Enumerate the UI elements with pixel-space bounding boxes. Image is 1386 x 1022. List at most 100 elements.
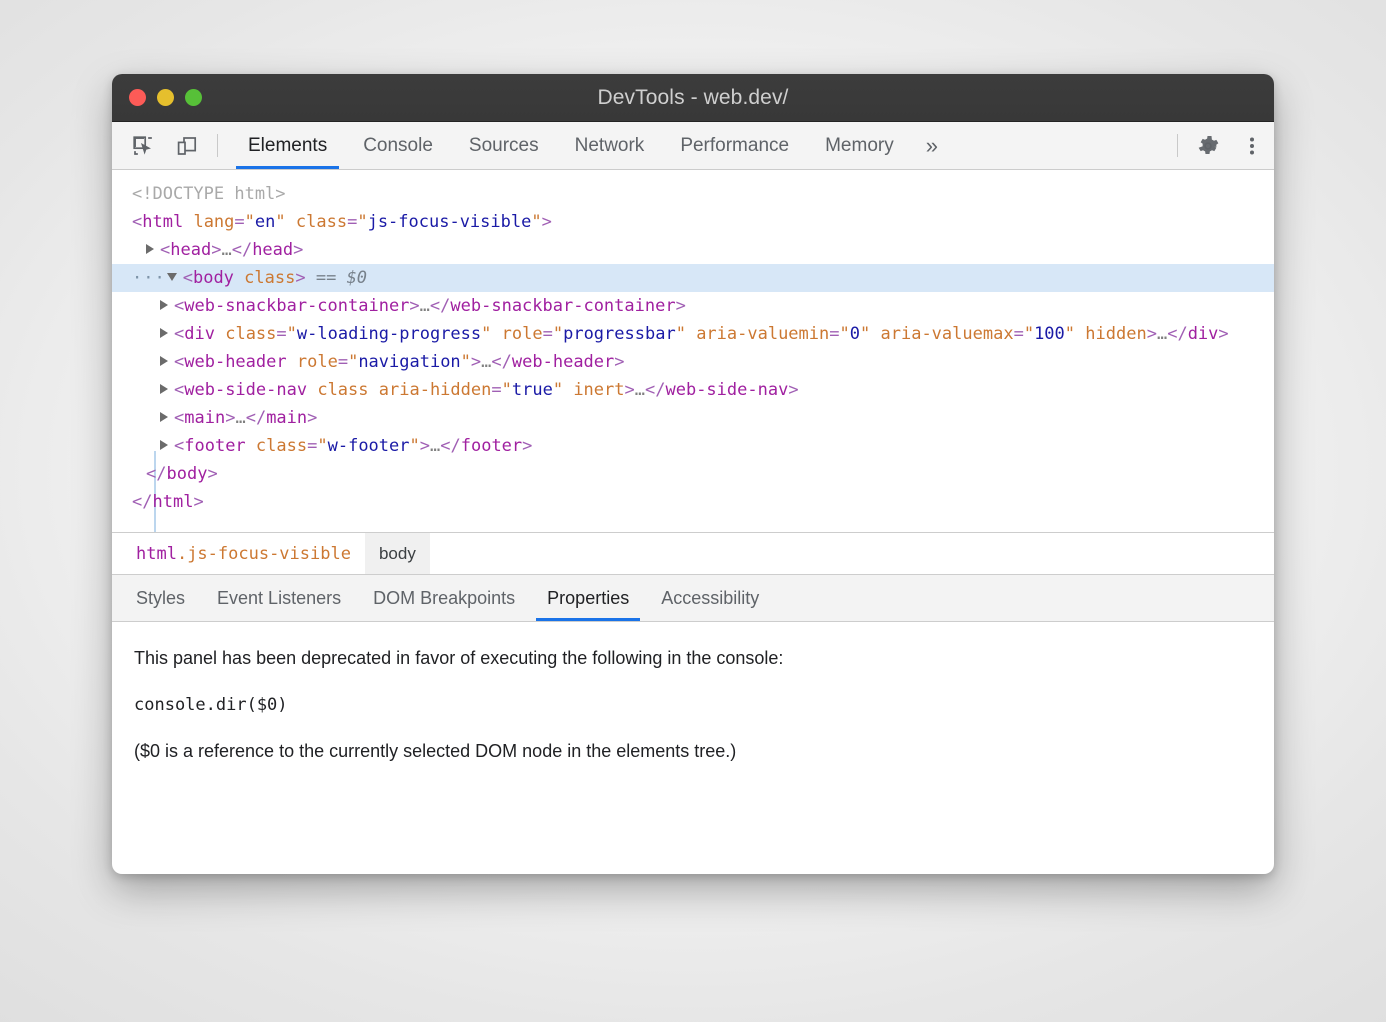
token-quote: " [481,324,491,344]
token-punct: < [160,240,170,260]
dom-node-body-close[interactable]: </body> [112,460,1274,488]
tab-accessibility[interactable]: Accessibility [645,575,775,621]
token-ellip: … [221,240,231,260]
token-plain [307,380,317,400]
tab-console[interactable]: Console [345,122,451,169]
token-quote: " [317,436,327,456]
expand-triangle-closed-icon[interactable] [160,328,168,338]
token-punct: > [420,436,430,456]
gear-icon[interactable] [1186,122,1230,169]
token-punct: < [132,212,142,232]
token-attr: class [296,212,347,232]
token-tag: html [152,492,193,512]
dom-node-footer[interactable]: <footer class="w-footer">…</footer> [112,432,1274,460]
token-punct: > [788,380,798,400]
expand-triangle-open-icon[interactable] [167,273,177,281]
properties-panel: This panel has been deprecated in favor … [112,622,1274,762]
token-attr: hidden [1085,324,1146,344]
expand-triangle-closed-icon[interactable] [160,356,168,366]
minimize-window-button[interactable] [157,89,174,106]
tab-elements[interactable]: Elements [230,122,345,169]
expand-triangle-closed-icon[interactable] [160,440,168,450]
deprecation-notice: This panel has been deprecated in favor … [134,648,1252,669]
dom-node-body-open[interactable]: ···<body class> == $0 [112,264,1274,292]
token-sel: == $0 [316,268,367,288]
token-punct: = [829,324,839,344]
token-val: 100 [1034,324,1065,344]
zoom-window-button[interactable] [185,89,202,106]
tab-network[interactable]: Network [557,122,663,169]
token-tag: web-header [512,352,614,372]
sidebar-tabs: Styles Event Listeners DOM Breakpoints P… [112,575,1274,622]
dom-node-web-snackbar-container[interactable]: <web-snackbar-container>…</web-snackbar-… [112,292,1274,320]
more-tabs-chevron-icon[interactable]: » [912,122,952,169]
token-tag: body [166,464,207,484]
token-attr: aria-valuemax [881,324,1014,344]
dom-node-main[interactable]: <main>…</main> [112,404,1274,432]
dom-tree-panel[interactable]: <!DOCTYPE html><html lang="en" class="js… [112,170,1274,533]
token-punct: > [293,240,303,260]
token-punct: = [307,436,317,456]
token-ellip: … [235,408,245,428]
dom-node-web-header[interactable]: <web-header role="navigation">…</web-hea… [112,348,1274,376]
breadcrumb-item-html[interactable]: html.js-focus-visible [122,533,365,574]
window-titlebar: DevTools - web.dev/ [112,74,1274,122]
token-plain [183,212,193,232]
token-val: js-focus-visible [368,212,532,232]
token-punct: > [211,240,221,260]
expand-triangle-closed-icon[interactable] [160,412,168,422]
token-punct: < [174,436,184,456]
expand-triangle-closed-icon[interactable] [146,244,154,254]
breadcrumb-item-body[interactable]: body [365,533,430,574]
expand-triangle-closed-icon[interactable] [160,384,168,394]
tab-dom-breakpoints[interactable]: DOM Breakpoints [357,575,531,621]
token-punct: </ [246,408,266,428]
token-punct: < [183,268,193,288]
token-plain [369,380,379,400]
expand-triangle-closed-icon[interactable] [160,300,168,310]
token-quote: " [287,324,297,344]
dom-node-doctype[interactable]: <!DOCTYPE html> [112,180,1274,208]
token-val: progressbar [563,324,676,344]
node-badge-marker[interactable]: ··· [132,268,166,288]
token-punct: </ [440,436,460,456]
tab-performance[interactable]: Performance [662,122,807,169]
reference-note: ($0 is a reference to the currently sele… [134,741,1252,762]
token-val: 0 [850,324,860,344]
token-punct: = [491,380,501,400]
token-punct: </ [1167,324,1187,344]
inspect-element-icon[interactable] [121,122,165,169]
dom-node-loading-progress[interactable]: <div class="w-loading-progress" role="pr… [112,320,1274,348]
device-toolbar-icon[interactable] [165,122,209,169]
tab-memory[interactable]: Memory [807,122,912,169]
token-quote: " [275,212,285,232]
token-quote: " [410,436,420,456]
dom-node-web-side-nav[interactable]: <web-side-nav class aria-hidden="true" i… [112,376,1274,404]
token-punct: > [614,352,624,372]
token-val: true [512,380,553,400]
token-attr: lang [193,212,234,232]
dom-node-head[interactable]: <head>…</head> [112,236,1274,264]
tab-styles[interactable]: Styles [120,575,201,621]
dom-node-html-close[interactable]: </html> [112,488,1274,516]
panel-tabs: Elements Console Sources Network Perform… [230,122,952,169]
token-attr: class [225,324,276,344]
token-attr: class [256,436,307,456]
token-punct: </ [645,380,665,400]
token-plain [234,268,244,288]
close-window-button[interactable] [129,89,146,106]
tab-event-listeners[interactable]: Event Listeners [201,575,357,621]
token-punct: > [193,492,203,512]
token-punct: < [174,296,184,316]
token-punct: < [174,324,184,344]
dom-node-html-open[interactable]: <html lang="en" class="js-focus-visible"… [112,208,1274,236]
tab-properties[interactable]: Properties [531,575,645,621]
token-ellip: … [1157,324,1167,344]
more-vertical-icon[interactable] [1230,122,1274,169]
token-punct: < [174,408,184,428]
token-punct: = [276,324,286,344]
token-quote: " [676,324,686,344]
tab-sources[interactable]: Sources [451,122,557,169]
token-quote: " [553,380,563,400]
token-plain [286,212,296,232]
